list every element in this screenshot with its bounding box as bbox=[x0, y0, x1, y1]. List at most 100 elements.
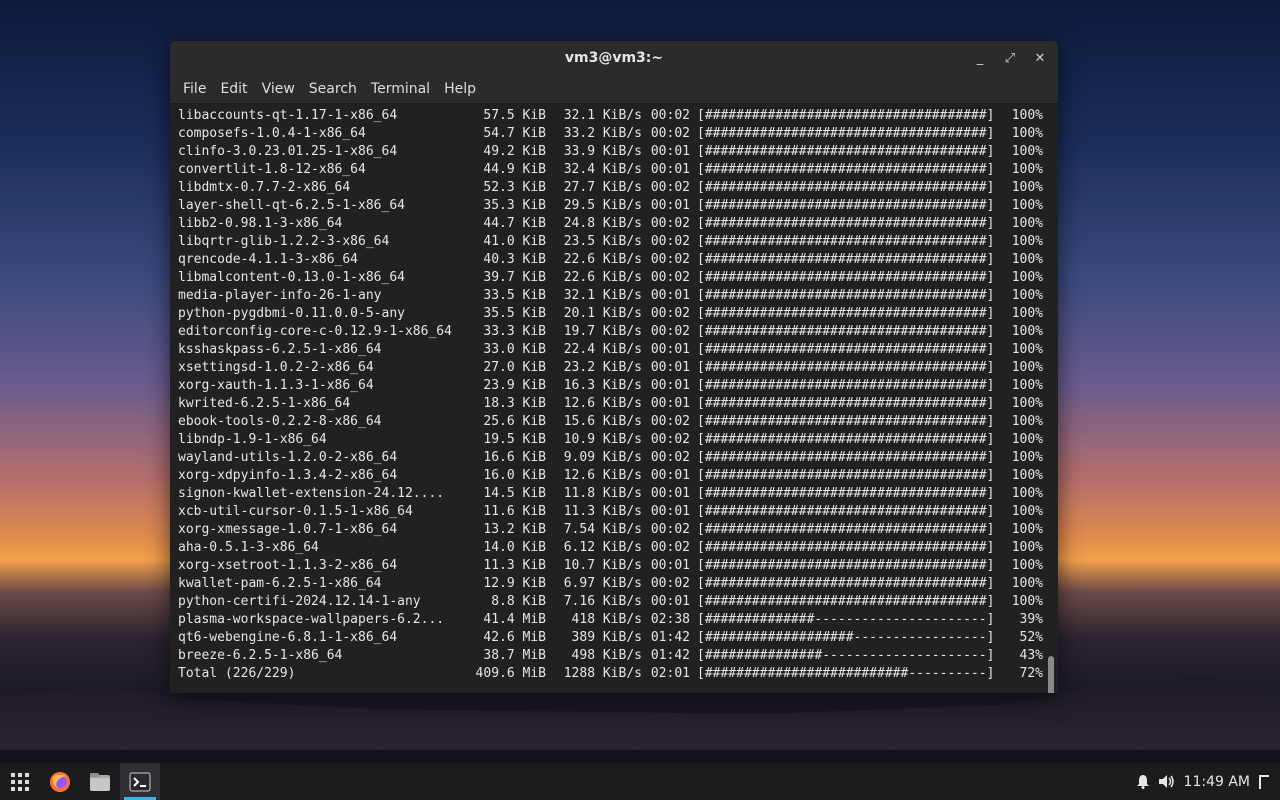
progress-bar: [####################################] bbox=[697, 288, 995, 303]
progress-bar: [####################################] bbox=[697, 540, 995, 555]
package-size: 12.9 KiB bbox=[483, 576, 546, 591]
progress-bar: [###############---------------------] bbox=[697, 648, 995, 663]
eta: 01:42 bbox=[650, 630, 690, 645]
package-row: signon-kwallet-extension-24.12.... 14.5 K… bbox=[178, 485, 1058, 503]
progress-bar: [####################################] bbox=[697, 162, 995, 177]
percent: 100% bbox=[1011, 504, 1043, 519]
package-name: libqrtr-glib-1.2.2-3-x86_64 bbox=[178, 234, 390, 249]
progress-bar: [####################################] bbox=[697, 378, 995, 393]
file-manager-button[interactable] bbox=[80, 763, 120, 800]
clock[interactable]: 11:49 AM bbox=[1184, 774, 1250, 790]
menu-edit[interactable]: Edit bbox=[213, 81, 254, 97]
percent: 100% bbox=[1011, 378, 1043, 393]
package-name: kwallet-pam-6.2.5-1-x86_64 bbox=[178, 576, 382, 591]
file-manager-icon bbox=[90, 772, 110, 791]
menu-view[interactable]: View bbox=[255, 81, 302, 97]
system-tray: 11:49 AM bbox=[1136, 763, 1270, 800]
download-rate: 29.5 KiB/s bbox=[563, 198, 642, 213]
package-name: xorg-xsetroot-1.1.3-2-x86_64 bbox=[178, 558, 398, 573]
package-row: clinfo-3.0.23.01.25-1-x86_64 49.2 KiB 33.9… bbox=[178, 143, 1058, 161]
package-name: editorconfig-core-c-0.12.9-1-x86_64 bbox=[178, 324, 452, 339]
terminal-button[interactable] bbox=[120, 763, 160, 800]
scrollbar[interactable] bbox=[1048, 656, 1054, 693]
terminal-window[interactable]: vm3@vm3:~ _ ⤢ ✕ File Edit View Search Te… bbox=[170, 41, 1058, 693]
package-size: 23.9 KiB bbox=[483, 378, 546, 393]
package-size: 33.0 KiB bbox=[483, 342, 546, 357]
progress-bar: [####################################] bbox=[697, 576, 995, 591]
download-rate: 12.6 KiB/s bbox=[563, 396, 642, 411]
terminal-output[interactable]: libaccounts-qt-1.17-1-x86_64 57.5 KiB 32.1… bbox=[170, 104, 1058, 693]
eta: 00:01 bbox=[650, 396, 690, 411]
package-name: xorg-xdpyinfo-1.3.4-2-x86_64 bbox=[178, 468, 398, 483]
title-bar[interactable]: vm3@vm3:~ _ ⤢ ✕ bbox=[170, 41, 1058, 75]
percent: 100% bbox=[1011, 486, 1043, 501]
minimize-button[interactable]: _ bbox=[970, 48, 990, 68]
menu-search[interactable]: Search bbox=[302, 81, 364, 97]
maximize-button[interactable]: ⤢ bbox=[1000, 48, 1020, 68]
eta: 00:01 bbox=[650, 288, 690, 303]
eta: 00:02 bbox=[650, 216, 690, 231]
progress-bar: [####################################] bbox=[697, 432, 995, 447]
notifications-icon[interactable] bbox=[1136, 774, 1150, 789]
eta: 00:02 bbox=[650, 414, 690, 429]
menu-terminal[interactable]: Terminal bbox=[364, 81, 437, 97]
eta: 00:01 bbox=[650, 378, 690, 393]
close-button[interactable]: ✕ bbox=[1030, 48, 1050, 68]
download-rate: 1288 KiB/s bbox=[563, 666, 642, 681]
package-row: kwallet-pam-6.2.5-1-x86_64 12.9 KiB 6.97 K… bbox=[178, 575, 1058, 593]
download-rate: 24.8 KiB/s bbox=[563, 216, 642, 231]
download-rate: 23.5 KiB/s bbox=[563, 234, 642, 249]
download-rate: 32.4 KiB/s bbox=[563, 162, 642, 177]
package-row: wayland-utils-1.2.0-2-x86_64 16.6 KiB 9.09… bbox=[178, 449, 1058, 467]
package-size: 33.5 KiB bbox=[483, 288, 546, 303]
package-name: breeze-6.2.5-1-x86_64 bbox=[178, 648, 343, 663]
eta: 00:01 bbox=[650, 486, 690, 501]
eta: 00:02 bbox=[650, 522, 690, 537]
package-row: plasma-workspace-wallpapers-6.2... 41.4 M… bbox=[178, 611, 1058, 629]
app-launcher-button[interactable] bbox=[0, 763, 40, 800]
total-row: Total (226/229) 409.6 MiB 1288 KiB/s 02:01 [… bbox=[178, 665, 1058, 683]
package-name: xsettingsd-1.0.2-2-x86_64 bbox=[178, 360, 374, 375]
eta: 00:02 bbox=[650, 324, 690, 339]
progress-bar: [####################################] bbox=[697, 252, 995, 267]
package-name: xorg-xmessage-1.0.7-1-x86_64 bbox=[178, 522, 398, 537]
download-rate: 20.1 KiB/s bbox=[563, 306, 642, 321]
package-name: ksshaskpass-6.2.5-1-x86_64 bbox=[178, 342, 382, 357]
package-name: aha-0.5.1-3-x86_64 bbox=[178, 540, 319, 555]
eta: 00:02 bbox=[650, 252, 690, 267]
download-rate: 32.1 KiB/s bbox=[563, 288, 642, 303]
percent: 100% bbox=[1011, 234, 1043, 249]
package-size: 52.3 KiB bbox=[483, 180, 546, 195]
download-rate: 22.6 KiB/s bbox=[563, 270, 642, 285]
progress-bar: [##########################----------] bbox=[697, 666, 995, 681]
download-rate: 19.7 KiB/s bbox=[563, 324, 642, 339]
package-row: libndp-1.9-1-x86_64 19.5 KiB 10.9 KiB/s 00:… bbox=[178, 431, 1058, 449]
eta: 00:01 bbox=[650, 360, 690, 375]
show-desktop-icon[interactable] bbox=[1258, 774, 1270, 790]
package-size: 44.7 KiB bbox=[483, 216, 546, 231]
package-size: 25.6 KiB bbox=[483, 414, 546, 429]
package-name: libdmtx-0.7.7-2-x86_64 bbox=[178, 180, 351, 195]
package-row: editorconfig-core-c-0.12.9-1-x86_64 33.3 … bbox=[178, 323, 1058, 341]
progress-bar: [####################################] bbox=[697, 360, 995, 375]
package-size: 35.5 KiB bbox=[483, 306, 546, 321]
download-rate: 7.16 KiB/s bbox=[563, 594, 642, 609]
package-size: 40.3 KiB bbox=[483, 252, 546, 267]
download-rate: 389 KiB/s bbox=[571, 630, 642, 645]
percent: 100% bbox=[1011, 144, 1043, 159]
package-name: libaccounts-qt-1.17-1-x86_64 bbox=[178, 108, 398, 123]
package-row: breeze-6.2.5-1-x86_64 38.7 MiB 498 KiB/s 01… bbox=[178, 647, 1058, 665]
progress-bar: [####################################] bbox=[697, 234, 995, 249]
percent: 100% bbox=[1011, 342, 1043, 357]
download-rate: 7.54 KiB/s bbox=[563, 522, 642, 537]
package-size: 57.5 KiB bbox=[483, 108, 546, 123]
eta: 00:02 bbox=[650, 540, 690, 555]
download-rate: 418 KiB/s bbox=[571, 612, 642, 627]
firefox-button[interactable] bbox=[40, 763, 80, 800]
package-row: python-pygdbmi-0.11.0.0-5-any 35.5 KiB 20.… bbox=[178, 305, 1058, 323]
volume-icon[interactable] bbox=[1158, 774, 1176, 789]
progress-bar: [####################################] bbox=[697, 180, 995, 195]
package-row: convertlit-1.8-12-x86_64 44.9 KiB 32.4 KiB… bbox=[178, 161, 1058, 179]
menu-help[interactable]: Help bbox=[437, 81, 483, 97]
menu-file[interactable]: File bbox=[176, 81, 213, 97]
